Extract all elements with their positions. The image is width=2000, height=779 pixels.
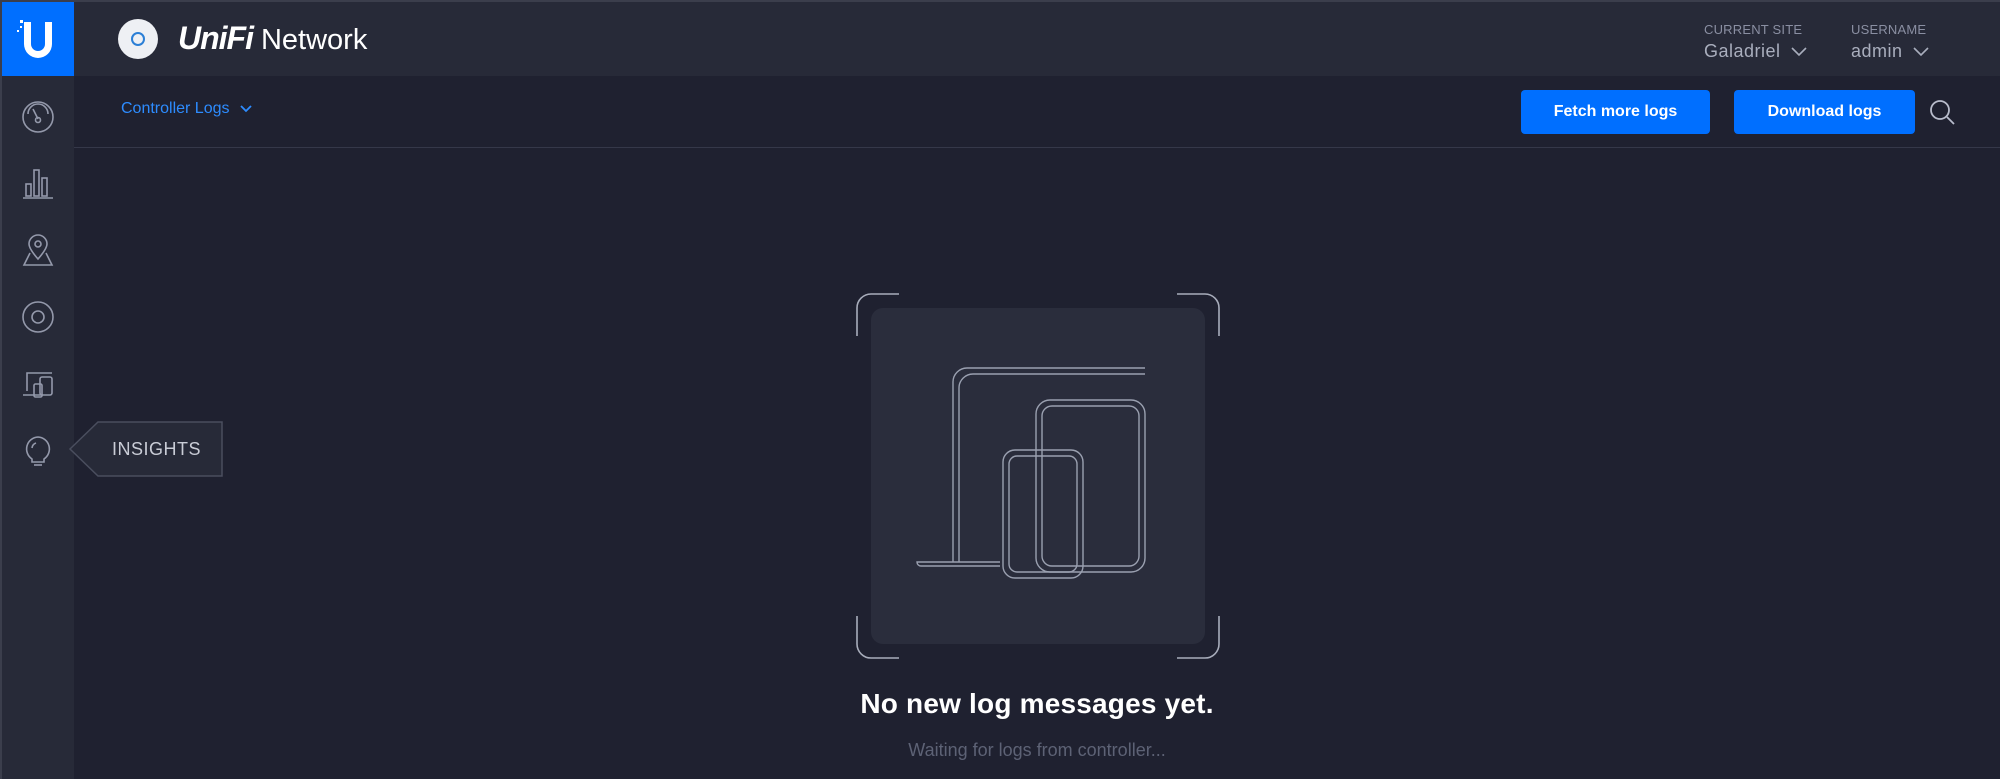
sidebar-item-devices[interactable] [2, 288, 74, 346]
log-source-dropdown[interactable]: Controller Logs [121, 100, 252, 118]
empty-state-title: No new log messages yet. [860, 688, 1214, 719]
dashboard-icon [22, 101, 54, 133]
sidebar-item-map[interactable] [2, 221, 74, 279]
current-site-selector[interactable]: CURRENT SITE Galadriel [1704, 22, 1807, 62]
tooltip-label: INSIGHTS [112, 439, 202, 459]
ubiquiti-u-icon [17, 20, 52, 58]
sidebar-item-clients[interactable] [2, 355, 74, 413]
username-menu[interactable]: USERNAME admin [1851, 22, 1929, 62]
chevron-down-icon [239, 105, 252, 113]
statistics-icon [23, 169, 53, 199]
sidebar-item-statistics[interactable] [2, 154, 74, 212]
current-site-value: Galadriel [1704, 41, 1781, 61]
devices-illustration-icon [856, 293, 1220, 659]
chevron-down-icon [1790, 46, 1807, 56]
log-source-label: Controller Logs [121, 100, 230, 117]
fetch-more-logs-button[interactable]: Fetch more logs [1521, 90, 1710, 134]
insights-icon [25, 436, 51, 466]
sidebar [2, 2, 74, 779]
clients-icon [23, 372, 53, 398]
sidebar-item-dashboard[interactable] [2, 88, 74, 146]
brand-network: Network [260, 24, 368, 56]
logs-toolbar: Controller Logs Fetch more logs Download… [74, 76, 2000, 148]
search-button[interactable] [1928, 98, 1956, 126]
download-logs-button[interactable]: Download logs [1734, 90, 1915, 134]
devices-icon [22, 301, 54, 333]
search-icon [1930, 100, 1955, 125]
top-header: UniFi Network CURRENT SITE Galadriel USE… [74, 2, 2000, 76]
unifi-device-icon [118, 19, 158, 59]
app-title: UniFi Network [178, 20, 367, 60]
empty-state-illustration [855, 292, 1221, 660]
empty-state-subtitle: Waiting for logs from controller... [908, 740, 1166, 760]
username-value: admin [1851, 41, 1903, 61]
sidebar-item-insights[interactable] [2, 422, 74, 480]
current-site-caption: CURRENT SITE [1704, 22, 1803, 37]
insights-tooltip: INSIGHTS [68, 421, 224, 477]
chevron-down-icon [1912, 46, 1929, 56]
brand-unifi: UniFi [178, 20, 254, 56]
map-icon [22, 234, 54, 266]
username-caption: USERNAME [1851, 22, 1927, 37]
ubiquiti-logo[interactable] [2, 2, 74, 76]
